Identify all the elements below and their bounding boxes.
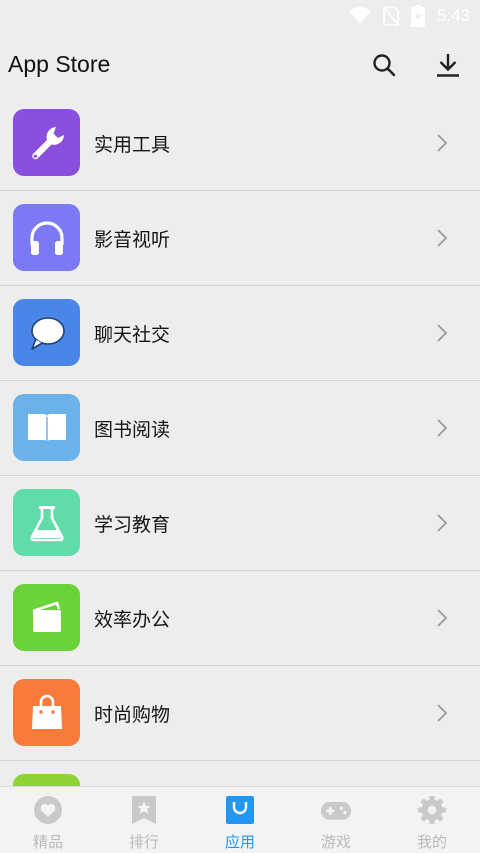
search-icon: [373, 54, 396, 77]
chat-bubble-icon: [30, 316, 65, 350]
category-item-education[interactable]: 学习教育: [0, 476, 480, 571]
category-icon-tile: [13, 584, 80, 651]
shopping-bag-icon: [31, 694, 62, 729]
nav-item-games[interactable]: 游戏: [288, 787, 384, 853]
category-icon-tile: [13, 299, 80, 366]
chevron-right-icon: [437, 134, 448, 152]
category-item-media[interactable]: 影音视听: [0, 191, 480, 286]
category-item-partial[interactable]: [0, 761, 480, 786]
category-icon-tile: [13, 489, 80, 556]
category-icon-tile: [13, 679, 80, 746]
heart-icon: [32, 795, 64, 825]
nav-label: 游戏: [320, 833, 351, 851]
download-button[interactable]: [431, 48, 465, 82]
category-label: 实用工具: [94, 134, 171, 156]
wrench-icon: [31, 126, 64, 159]
category-label: 图书阅读: [94, 419, 171, 441]
nav-item-featured[interactable]: 精品: [0, 787, 96, 853]
app-bar: App Store: [0, 34, 480, 96]
category-icon-tile: [13, 204, 80, 271]
status-time: 5:43: [436, 6, 470, 25]
chevron-right-icon: [437, 324, 448, 342]
status-icons: 5:43: [348, 5, 470, 27]
category-item-social[interactable]: 聊天社交: [0, 286, 480, 381]
category-label: 效率办公: [94, 609, 171, 631]
chevron-right-icon: [437, 229, 448, 247]
nav-item-ranking[interactable]: 排行: [96, 787, 192, 853]
bottom-nav: 精品 排行 应用 游戏 我的: [0, 786, 480, 853]
nav-label: 排行: [128, 833, 159, 851]
nav-label: 我的: [416, 833, 447, 851]
category-icon-tile: [13, 109, 80, 176]
category-item-tools[interactable]: 实用工具: [0, 96, 480, 191]
open-book-icon: [27, 413, 66, 443]
category-label: 聊天社交: [94, 324, 171, 346]
gear-icon: [416, 795, 448, 825]
category-item-reading[interactable]: 图书阅读: [0, 381, 480, 476]
chevron-right-icon: [437, 419, 448, 437]
bookmark-star-icon: [128, 795, 160, 825]
wallet-icon: [32, 601, 61, 632]
status-bar: 5:43: [0, 0, 480, 34]
no-sim-icon: [383, 6, 399, 26]
flask-icon: [29, 505, 64, 541]
app-bag-icon: [224, 795, 256, 825]
page-title: App Store: [8, 51, 111, 77]
battery-charging-icon: [410, 5, 425, 27]
chevron-right-icon: [437, 514, 448, 532]
category-label: 时尚购物: [94, 704, 171, 726]
nav-label: 精品: [32, 833, 63, 851]
headphones-icon: [29, 220, 64, 255]
nav-label: 应用: [224, 833, 255, 851]
gamepad-icon: [320, 795, 352, 825]
chevron-right-icon: [437, 609, 448, 627]
download-icon: [437, 54, 459, 77]
wifi-icon: [348, 7, 371, 24]
category-label: 影音视听: [94, 229, 171, 251]
search-button[interactable]: [367, 48, 401, 82]
nav-item-apps[interactable]: 应用: [192, 787, 288, 853]
category-item-office[interactable]: 效率办公: [0, 571, 480, 666]
category-list: 实用工具 影音视听 聊天社交 图书阅读 学习教育 效率办公 时尚购物: [0, 96, 480, 786]
chevron-right-icon: [437, 704, 448, 722]
category-label: 学习教育: [94, 514, 171, 536]
nav-item-mine[interactable]: 我的: [384, 787, 480, 853]
category-item-shopping[interactable]: 时尚购物: [0, 666, 480, 761]
category-icon-tile: [13, 774, 80, 786]
category-icon-tile: [13, 394, 80, 461]
